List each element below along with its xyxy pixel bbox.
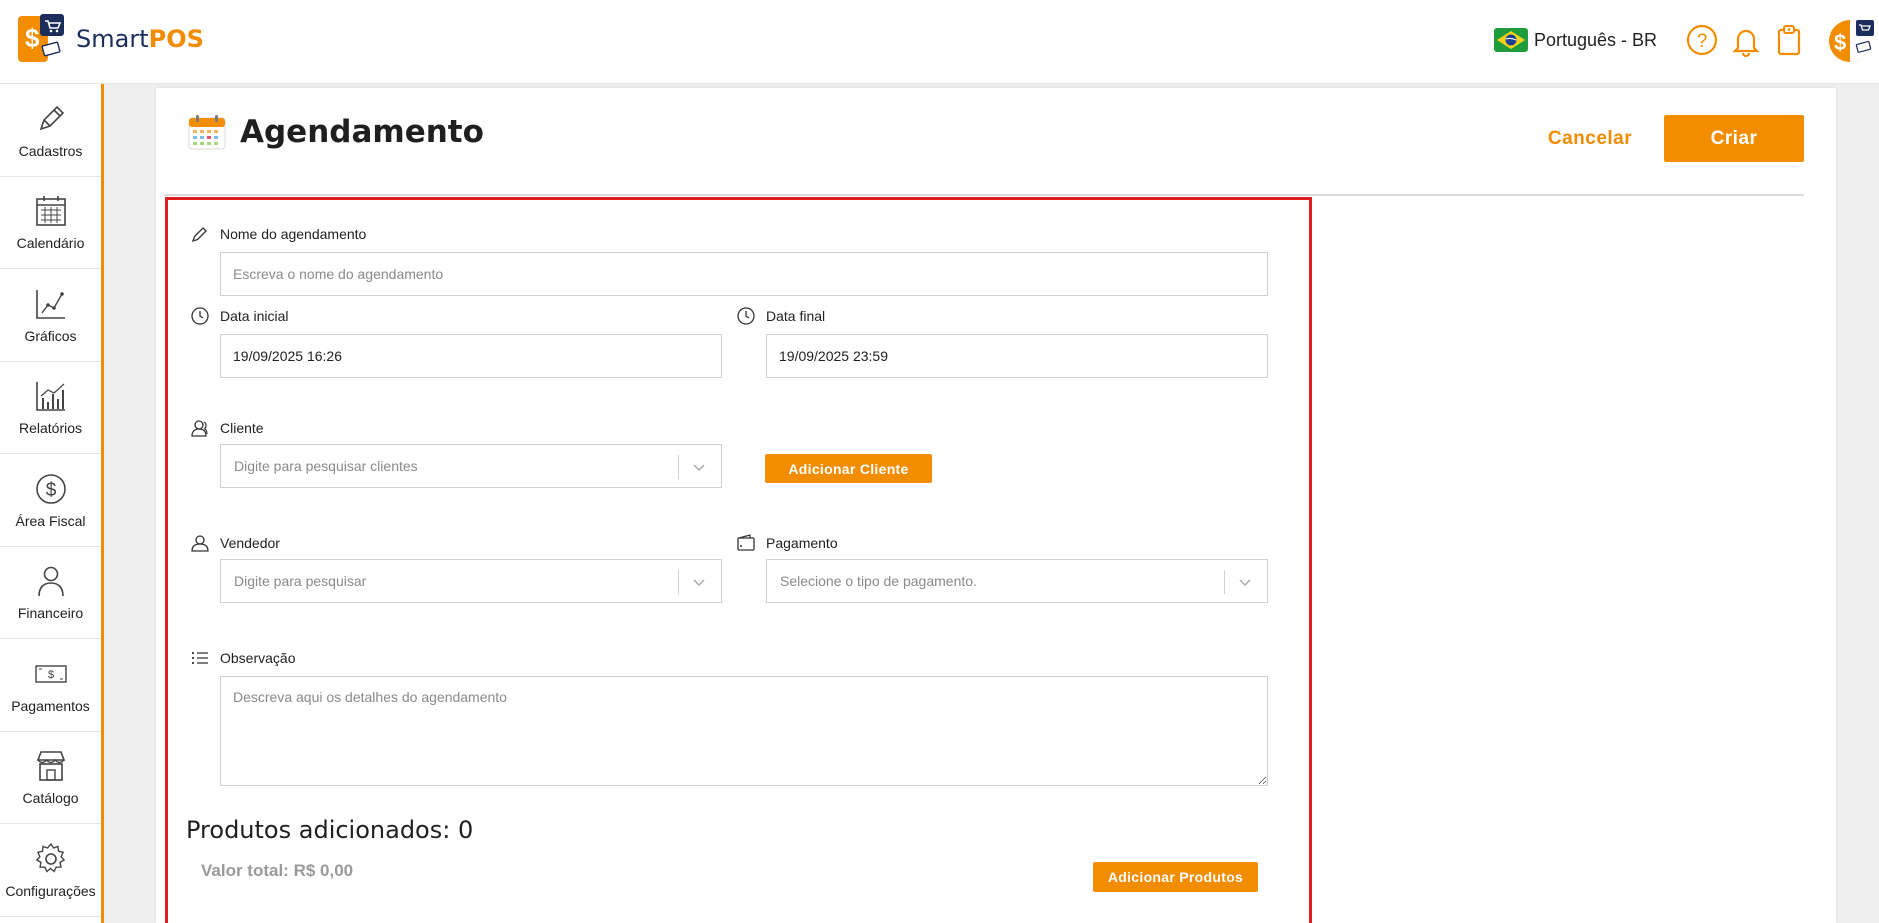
pencil-icon [39,105,64,131]
select-separator [1224,570,1225,594]
svg-text:$: $ [45,480,56,501]
language-selector[interactable]: Português - BR [1494,28,1657,52]
dollar-circle-icon: $ [35,473,66,504]
top-header: $ SmartPOS Português - BR ? $ [0,0,1879,84]
schedule-form: Nome do agendamento Data inicial Data fi… [165,197,1312,923]
bell-icon[interactable] [1728,22,1764,58]
banknote-icon: $ [34,665,67,683]
client-select[interactable]: Digite para pesquisar clientes [220,444,722,488]
brazil-flag-icon [1494,28,1528,52]
payment-label: Pagamento [736,533,838,553]
create-button[interactable]: Criar [1664,115,1804,162]
sidebar-item-label: Calendário [16,235,85,252]
clock-icon [737,307,755,325]
sidebar-item-label: Configurações [5,882,96,899]
sidebar-item-cadastros[interactable]: Cadastros [0,84,101,177]
main-card: Agendamento Cancelar Criar Nome do agend… [156,88,1836,923]
calendar-icon [35,196,66,227]
store-icon [36,751,65,782]
products-total: Valor total: R$ 0,00 [201,861,354,880]
start-date-input[interactable] [220,334,722,378]
language-label: Português - BR [1534,29,1658,50]
sidebar-item-pagamentos[interactable]: $ Pagamentos [0,639,101,732]
seller-label: Vendedor [190,533,280,553]
select-separator [678,570,679,594]
seller-select-placeholder: Digite para pesquisar [234,573,367,589]
page-title: Agendamento [240,114,484,150]
sidebar-item-label: Área Fiscal [15,512,86,529]
wallet-icon [737,534,755,551]
bar-chart-icon [35,382,65,412]
cancel-button[interactable]: Cancelar [1540,116,1640,162]
list-icon [191,651,208,665]
sidebar-item-relatorios[interactable]: Relatórios [0,362,101,454]
payment-select[interactable]: Selecione o tipo de pagamento. [766,559,1268,603]
chevron-down-icon[interactable] [691,459,707,475]
logo-text: SmartPOS [76,25,204,53]
svg-text:$: $ [47,669,53,681]
person-icon [191,535,209,552]
svg-text:?: ? [1697,31,1708,52]
sidebar: Cadastros Calendário Gráficos Relatórios… [0,84,104,923]
sidebar-item-label: Gráficos [24,327,77,344]
schedule-name-input[interactable] [220,252,1268,296]
sidebar-item-label: Cadastros [18,142,83,159]
chevron-down-icon[interactable] [1237,574,1253,590]
clock-icon [191,307,209,325]
sidebar-item-graficos[interactable]: Gráficos [0,269,101,362]
page-header: Agendamento [188,114,484,150]
select-separator [678,455,679,479]
svg-text:$: $ [25,23,40,53]
chevron-down-icon[interactable] [691,574,707,590]
sidebar-item-calendario[interactable]: Calendário [0,177,101,269]
sidebar-item-configuracoes[interactable]: Configurações [0,824,101,917]
app-logo[interactable]: $ SmartPOS [18,14,204,64]
end-date-input[interactable] [766,334,1268,378]
seller-select[interactable]: Digite para pesquisar [220,559,722,603]
notes-textarea[interactable] [220,676,1268,786]
sidebar-item-catalogo[interactable]: Catálogo [0,732,101,824]
calendar-icon [188,115,226,150]
products-title: Produtos adicionados: 0 [186,816,474,844]
add-client-button[interactable]: Adicionar Cliente [765,454,932,483]
sidebar-item-label: Relatórios [18,420,83,437]
users-icon [191,420,208,437]
header-divider [164,194,1804,196]
help-icon[interactable]: ? [1684,22,1720,58]
client-label: Cliente [190,418,264,438]
gear-icon [35,842,65,873]
sidebar-item-label: Catálogo [22,790,79,807]
payment-select-placeholder: Selecione o tipo de pagamento. [780,573,977,589]
pencil-icon [191,227,207,243]
end-date-label: Data final [736,306,825,326]
client-select-placeholder: Digite para pesquisar clientes [234,458,418,474]
sidebar-item-label: Financeiro [17,605,84,622]
sidebar-item-area-fiscal[interactable]: $ Área Fiscal [0,454,101,547]
person-icon [37,566,64,597]
user-avatar[interactable]: $ [1826,18,1876,64]
name-field-label: Nome do agendamento [190,224,366,244]
chart-line-icon [35,289,65,319]
add-products-button[interactable]: Adicionar Produtos [1093,862,1258,892]
clipboard-icon[interactable] [1771,22,1807,58]
start-date-label: Data inicial [190,306,288,326]
svg-text:$: $ [1834,30,1846,55]
notes-label: Observação [190,648,295,668]
sidebar-item-label: Pagamentos [11,697,90,714]
logo-icon: $ [18,14,70,64]
sidebar-item-financeiro[interactable]: Financeiro [0,547,101,639]
